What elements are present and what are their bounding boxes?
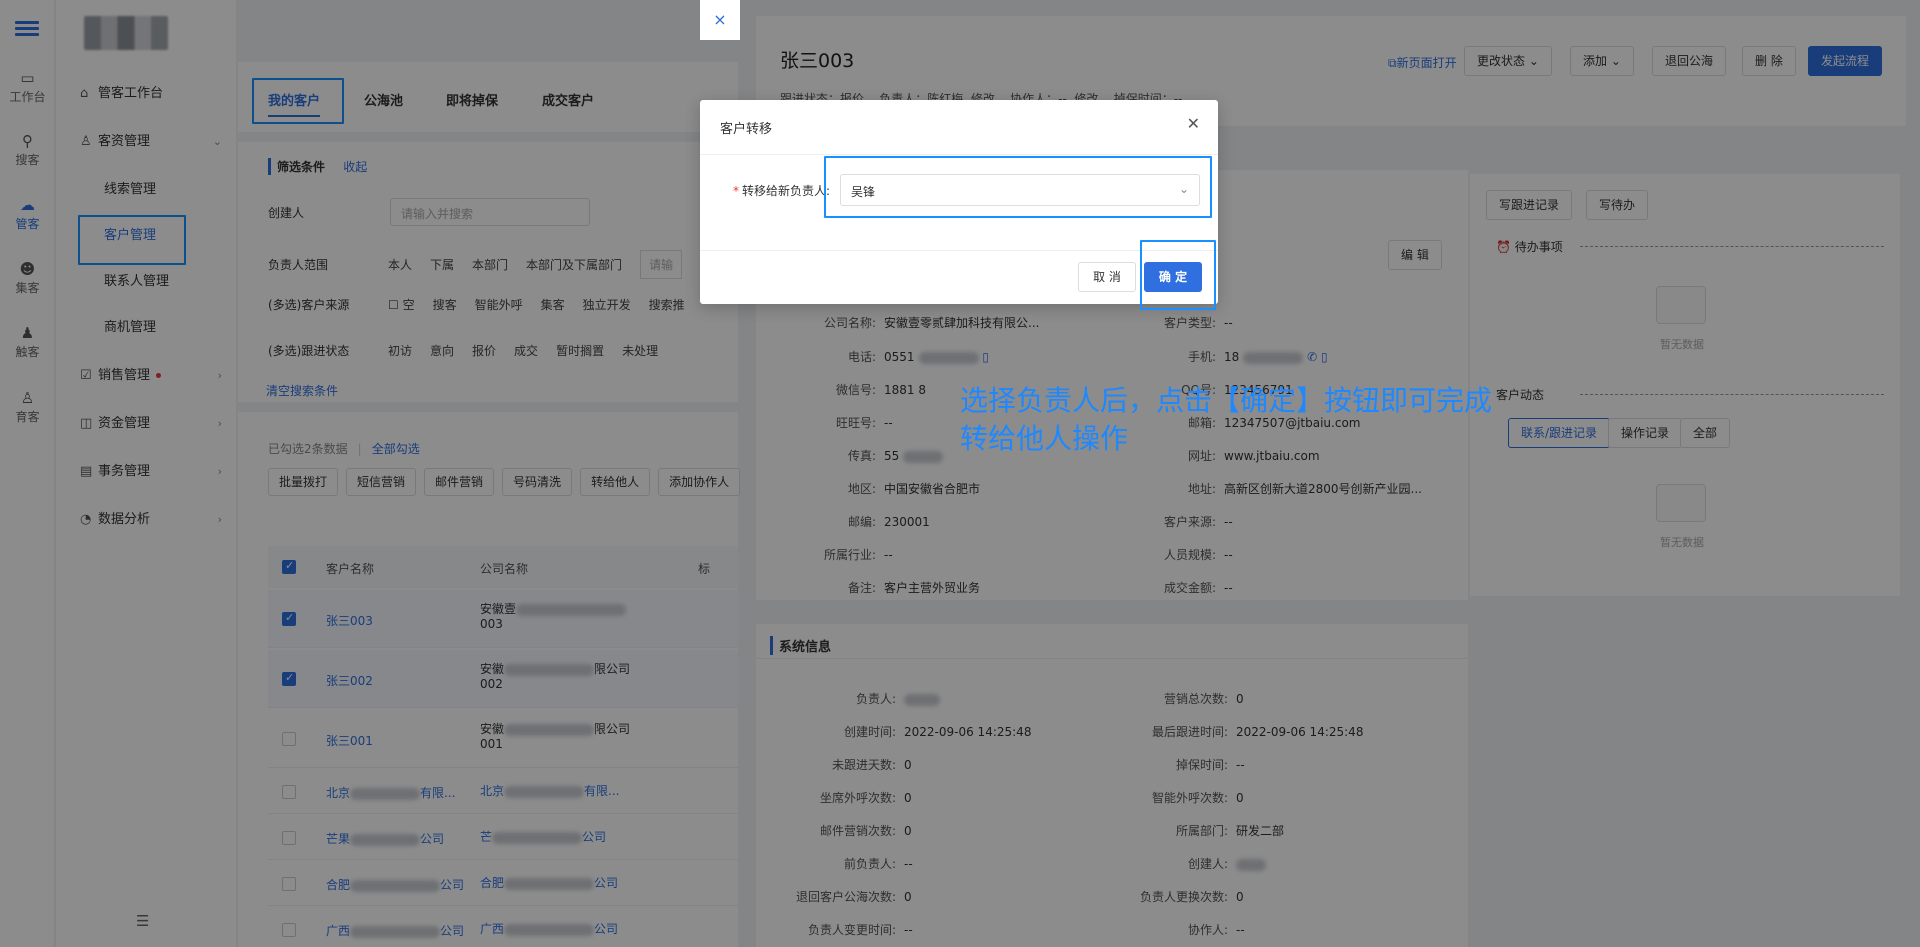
cancel-button[interactable]: 取 消 — [1078, 262, 1136, 292]
new-owner-label: * 转移给新负责人: — [733, 184, 831, 198]
close-icon[interactable]: ✕ — [1187, 114, 1200, 133]
transfer-customer-dialog: 客户转移 ✕ * 转移给新负责人: 吴锋 ⌄ 取 消 确 定 — [700, 100, 1218, 310]
highlight-box-confirm — [1140, 240, 1216, 310]
annotation-text: 选择负责人后，点击【确定】按钮即可完成 转给他人操作 — [960, 384, 1493, 455]
drawer-close-icon[interactable]: × — [700, 0, 740, 40]
highlight-box-select — [824, 156, 1212, 218]
dialog-title: 客户转移 — [720, 122, 773, 137]
